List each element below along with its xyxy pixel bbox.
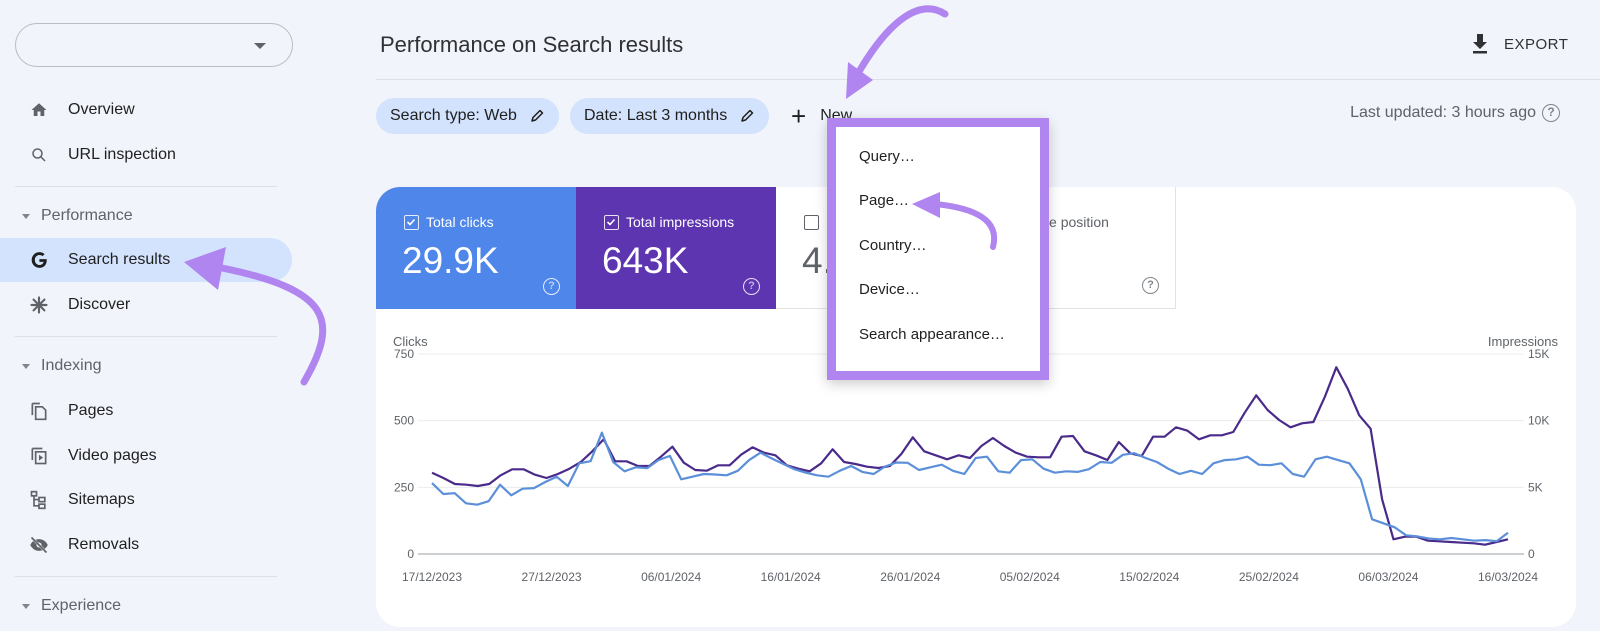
left-axis-tick: 750: [394, 347, 414, 361]
last-updated: Last updated: 3 hours ago ?: [1350, 104, 1560, 122]
metric-label: Total clicks: [426, 214, 494, 230]
property-selector[interactable]: [15, 23, 293, 67]
metric-total-clicks[interactable]: Total clicks 29.9K ?: [376, 187, 576, 309]
collapse-caret-icon: [22, 213, 30, 219]
section-experience[interactable]: Experience: [0, 591, 292, 621]
sidebar-item-pages[interactable]: Pages: [0, 389, 292, 433]
chip-search-type[interactable]: Search type: Web: [376, 98, 559, 134]
page-title: Performance on Search results: [380, 32, 684, 57]
download-icon: [1470, 33, 1490, 55]
last-updated-text: Last updated: 3 hours ago: [1350, 104, 1536, 121]
sidebar-item-video-pages[interactable]: Video pages: [0, 434, 292, 478]
x-axis-tick: 06/01/2024: [641, 570, 701, 584]
x-axis-tick: 16/01/2024: [761, 570, 821, 584]
section-title: Experience: [41, 597, 122, 614]
right-axis-tick: 5K: [1528, 480, 1543, 494]
export-button[interactable]: EXPORT: [1470, 30, 1568, 58]
menu-item-search-appearance[interactable]: Search appearance…: [859, 326, 1005, 343]
section-title: Indexing: [41, 357, 102, 374]
sidebar-item-label: Pages: [68, 402, 114, 419]
left-axis-tick: 0: [407, 547, 414, 561]
x-axis-tick: 17/12/2023: [402, 570, 462, 584]
sidebar-item-overview[interactable]: Overview: [0, 88, 292, 132]
chip-label: Date: Last 3 months: [584, 107, 728, 124]
new-filter-menu: Query… Page… Country… Device… Search app…: [827, 118, 1049, 380]
pages-icon: [28, 400, 50, 422]
annotation-arrow-new: [846, 5, 949, 99]
section-indexing[interactable]: Indexing: [0, 351, 292, 381]
sidebar-divider: [15, 576, 277, 577]
x-axis-tick: 26/01/2024: [880, 570, 940, 584]
menu-item-query[interactable]: Query…: [859, 148, 915, 165]
help-icon[interactable]: ?: [743, 278, 760, 295]
export-label: EXPORT: [1504, 35, 1569, 53]
sidebar-item-label: Sitemaps: [68, 491, 135, 508]
sitemap-icon: [28, 489, 50, 511]
dropdown-caret-icon: [254, 43, 266, 49]
section-title: Performance: [41, 207, 133, 224]
sidebar-divider: [15, 336, 277, 337]
sidebar-item-removals[interactable]: Removals: [0, 523, 292, 567]
sidebar-item-sitemaps[interactable]: Sitemaps: [0, 478, 292, 522]
x-axis-tick: 27/12/2023: [522, 570, 582, 584]
menu-item-device[interactable]: Device…: [859, 281, 920, 298]
collapse-caret-icon: [22, 363, 30, 369]
x-axis-tick: 16/03/2024: [1478, 570, 1538, 584]
right-axis-tick: 10K: [1528, 414, 1549, 428]
menu-item-page[interactable]: Page…: [859, 192, 909, 209]
sidebar-item-label: Video pages: [68, 447, 157, 464]
help-icon[interactable]: ?: [543, 278, 560, 295]
header-divider: [376, 79, 1600, 80]
right-axis-tick: 0: [1528, 547, 1535, 561]
section-performance[interactable]: Performance: [0, 201, 292, 231]
sidebar-item-discover[interactable]: Discover: [0, 283, 292, 327]
left-axis-tick: 500: [394, 414, 414, 428]
checkbox-checked-icon[interactable]: [404, 215, 419, 230]
checkbox-checked-icon[interactable]: [604, 215, 619, 230]
left-axis-tick: 250: [394, 480, 414, 494]
checkbox-unchecked-icon[interactable]: [804, 215, 819, 230]
x-axis-tick: 15/02/2024: [1119, 570, 1179, 584]
eye-off-icon: [28, 534, 50, 556]
edit-pencil-icon: [739, 108, 755, 124]
right-axis-tick: 15K: [1528, 347, 1549, 361]
chip-date[interactable]: Date: Last 3 months: [570, 98, 770, 134]
sidebar-item-label: Search results: [68, 251, 171, 268]
menu-item-country[interactable]: Country…: [859, 237, 927, 254]
sidebar-item-label: URL inspection: [68, 146, 176, 163]
search-icon: [28, 144, 50, 166]
video-pages-icon: [28, 445, 50, 467]
sidebar-divider: [15, 186, 277, 187]
metric-label: Total impressions: [626, 214, 735, 230]
sidebar-item-label: Removals: [68, 536, 140, 553]
sidebar-item-search-results[interactable]: Search results: [0, 238, 292, 282]
sidebar-item-label: Overview: [68, 101, 135, 118]
chip-label: Search type: Web: [390, 107, 517, 124]
asterisk-icon: [28, 294, 50, 316]
metric-total-impressions[interactable]: Total impressions 643K ?: [576, 187, 776, 309]
x-axis-tick: 05/02/2024: [1000, 570, 1060, 584]
collapse-caret-icon: [22, 603, 30, 609]
plus-icon: +: [791, 101, 807, 131]
metric-value: 29.9K: [402, 240, 499, 281]
google-g-icon: [28, 249, 50, 271]
metric-value: 643K: [602, 240, 689, 281]
home-icon: [28, 99, 50, 121]
help-icon[interactable]: ?: [1542, 104, 1560, 122]
edit-pencil-icon: [529, 108, 545, 124]
help-icon[interactable]: ?: [1142, 277, 1159, 294]
sidebar: Overview URL inspection Performance Sear…: [0, 0, 300, 631]
x-axis-tick: 25/02/2024: [1239, 570, 1299, 584]
sidebar-item-url-inspection[interactable]: URL inspection: [0, 133, 292, 177]
x-axis-tick: 06/03/2024: [1358, 570, 1418, 584]
sidebar-item-label: Discover: [68, 296, 131, 313]
